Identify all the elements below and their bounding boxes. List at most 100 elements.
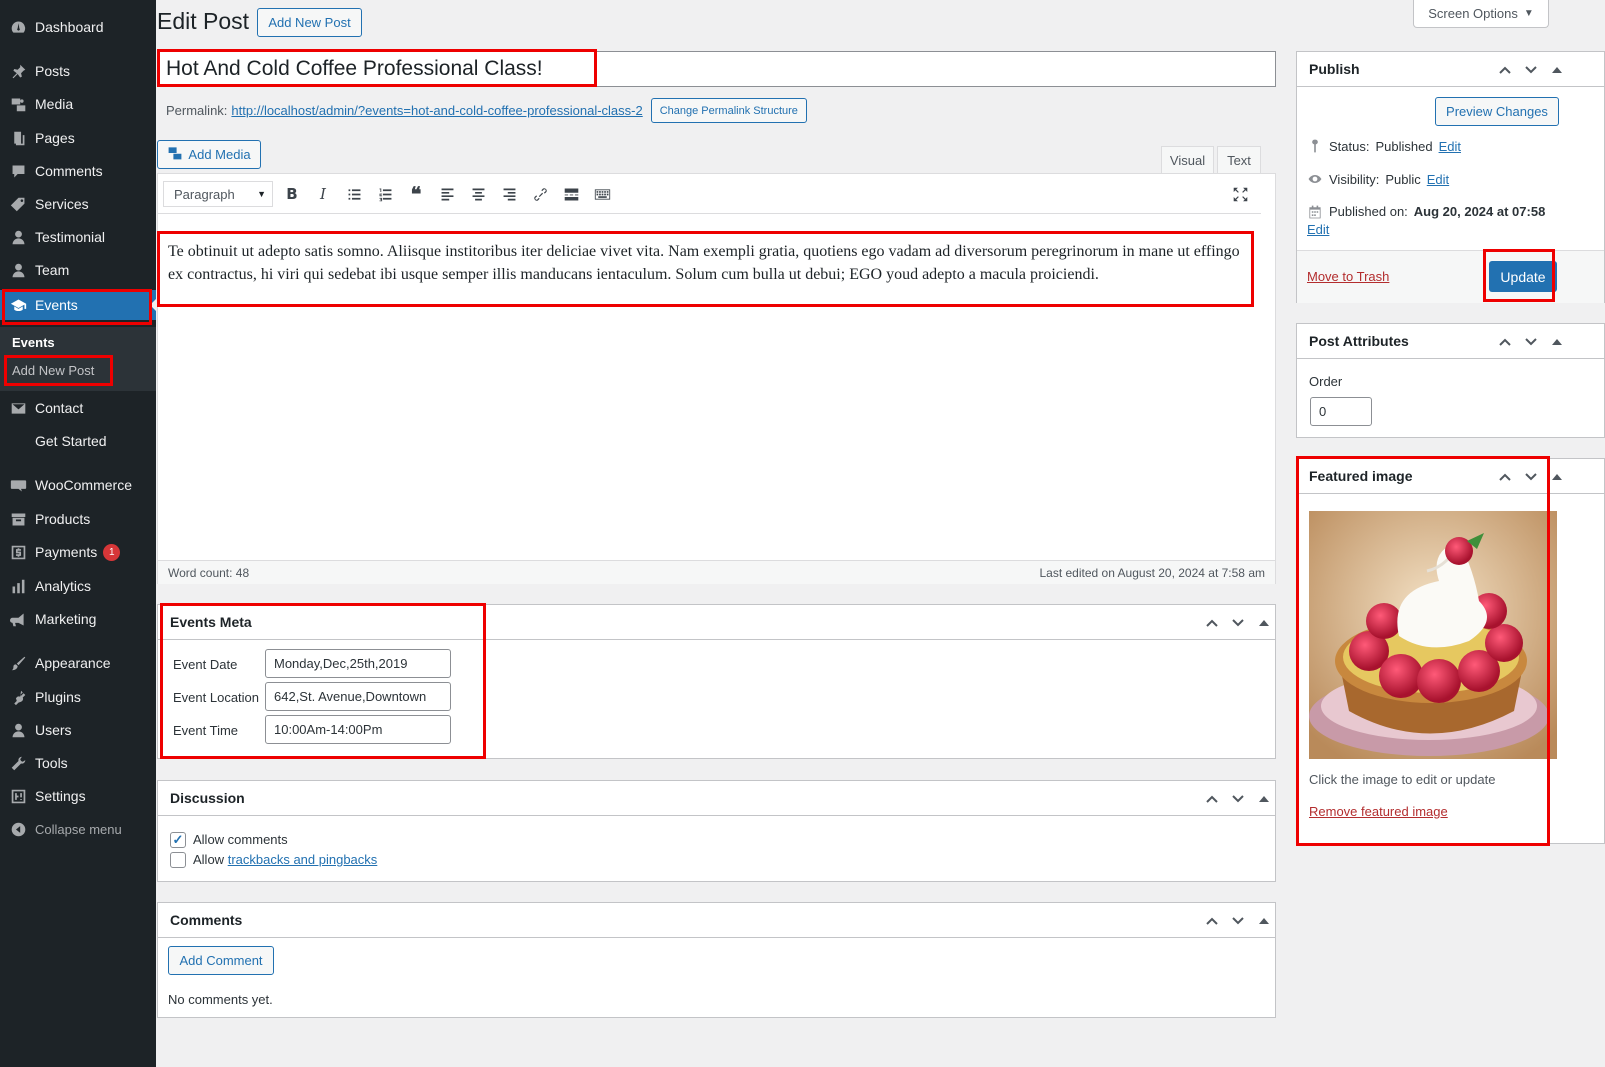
sidebar-item-tools[interactable]: Tools [0, 748, 156, 778]
link-button[interactable] [527, 182, 553, 206]
move-down-button[interactable] [1228, 789, 1248, 809]
visibility-value: Public [1385, 171, 1421, 187]
event-date-input[interactable] [265, 649, 451, 678]
move-up-button[interactable] [1495, 467, 1515, 487]
move-up-button[interactable] [1202, 789, 1222, 809]
sidebar-item-team[interactable]: Team [0, 255, 156, 285]
event-location-label: Event Location [173, 690, 260, 705]
move-up-button[interactable] [1202, 911, 1222, 931]
sidebar-item-testimonial[interactable]: Testimonial [0, 222, 156, 252]
move-down-button[interactable] [1521, 467, 1541, 487]
move-down-button[interactable] [1228, 613, 1248, 633]
comment-icon [8, 161, 28, 181]
toolbar-toggle-button[interactable] [589, 182, 615, 206]
featured-image-box: Featured image Click the image to edit o… [1296, 458, 1605, 844]
add-media-button[interactable]: Add Media [157, 140, 261, 169]
sidebar-item-marketing[interactable]: Marketing [0, 604, 156, 634]
align-right-button[interactable] [496, 182, 522, 206]
move-up-button[interactable] [1202, 613, 1222, 633]
featured-image[interactable] [1309, 511, 1557, 759]
event-location-input[interactable] [265, 682, 451, 711]
allow-trackbacks-checkbox[interactable] [170, 852, 186, 868]
sidebar-item-products[interactable]: Products [0, 504, 156, 534]
visibility-label: Visibility: [1329, 171, 1380, 187]
sidebar-item-posts[interactable]: Posts [0, 56, 156, 86]
remove-featured-image-link[interactable]: Remove featured image [1309, 804, 1448, 819]
toggle-panel-button[interactable] [1254, 911, 1274, 931]
toggle-panel-button[interactable] [1254, 789, 1274, 809]
screen-options-button[interactable]: Screen Options ▼ [1413, 0, 1549, 28]
bold-button[interactable]: B [279, 182, 305, 206]
sidebar-item-media[interactable]: Media [0, 89, 156, 119]
move-down-button[interactable] [1228, 911, 1248, 931]
sidebar-item-payments[interactable]: Payments 1 [0, 537, 156, 567]
update-button[interactable]: Update [1489, 261, 1557, 292]
align-center-icon [472, 188, 484, 200]
graduation-cap-icon [8, 295, 28, 315]
toggle-panel-button[interactable] [1254, 613, 1274, 633]
align-center-button[interactable] [465, 182, 491, 206]
sidebar-item-label: Plugins [35, 689, 81, 705]
editor-content[interactable]: Te obtinuit ut adepto satis somno. Aliis… [168, 240, 1248, 286]
sidebar-item-plugins[interactable]: Plugins [0, 682, 156, 712]
toggle-panel-button[interactable] [1547, 332, 1567, 352]
numbered-list-button[interactable] [372, 182, 398, 206]
move-up-button[interactable] [1495, 60, 1515, 80]
toggle-panel-button[interactable] [1547, 467, 1567, 487]
events-meta-box: Events Meta Event Date Event Location Ev… [157, 604, 1276, 759]
italic-button[interactable]: I [310, 182, 336, 206]
sidebar-item-label: Media [35, 96, 74, 112]
move-to-trash-link[interactable]: Move to Trash [1307, 269, 1389, 284]
sidebar-item-label: Posts [35, 63, 71, 79]
submenu-item-events[interactable]: Events [12, 335, 55, 350]
published-value: Aug 20, 2024 at 07:58 [1413, 204, 1546, 219]
sidebar-item-events[interactable]: Events [0, 290, 156, 320]
post-attributes-box: Post Attributes Order [1296, 323, 1605, 438]
bullet-list-button[interactable] [341, 182, 367, 206]
change-permalink-button[interactable]: Change Permalink Structure [650, 98, 807, 123]
edit-visibility-link[interactable]: Edit [1427, 172, 1449, 187]
sidebar-item-contact[interactable]: Contact [0, 393, 156, 423]
preview-changes-button[interactable]: Preview Changes [1435, 97, 1559, 126]
triangle-up-icon [1259, 796, 1269, 802]
add-new-post-button[interactable]: Add New Post [257, 8, 362, 37]
allow-comments-label: Allow comments [193, 832, 288, 847]
allow-comments-checkbox[interactable]: ✓ [170, 832, 186, 848]
sidebar-item-pages[interactable]: Pages [0, 123, 156, 153]
sidebar-item-services[interactable]: Services [0, 189, 156, 219]
read-more-button[interactable] [558, 182, 584, 206]
sidebar-item-comments[interactable]: Comments [0, 156, 156, 186]
event-time-input[interactable] [265, 715, 451, 744]
move-down-button[interactable] [1521, 60, 1541, 80]
post-title-input[interactable] [157, 51, 1276, 87]
edit-date-link[interactable]: Edit [1307, 222, 1557, 237]
tab-visual[interactable]: Visual [1161, 146, 1214, 174]
submenu-item-add-new-post[interactable]: Add New Post [12, 363, 94, 378]
sidebar-item-woocommerce[interactable]: WooCommerce [0, 470, 156, 500]
sidebar-item-get-started[interactable]: Get Started [0, 426, 156, 456]
permalink-link[interactable]: http://localhost/admin/?events=hot-and-c… [231, 103, 642, 118]
sidebar-item-settings[interactable]: Settings [0, 781, 156, 811]
blockquote-button[interactable]: ❝ [403, 182, 429, 206]
sidebar-item-users[interactable]: Users [0, 715, 156, 745]
format-select[interactable]: Paragraph [163, 181, 273, 207]
edit-status-link[interactable]: Edit [1439, 139, 1461, 154]
align-left-button[interactable] [434, 182, 460, 206]
fullscreen-button[interactable] [1227, 182, 1253, 206]
add-comment-button[interactable]: Add Comment [168, 946, 274, 975]
payments-badge: 1 [103, 543, 121, 561]
sidebar-item-dashboard[interactable]: Dashboard [0, 12, 156, 42]
order-input[interactable] [1310, 397, 1372, 426]
move-up-button[interactable] [1495, 332, 1515, 352]
sidebar-item-appearance[interactable]: Appearance [0, 648, 156, 678]
caret-down-icon: ▼ [1523, 8, 1534, 19]
toggle-panel-button[interactable] [1547, 60, 1567, 80]
last-edited: Last edited on August 20, 2024 at 7:58 a… [1039, 566, 1265, 580]
post-editor: Paragraph B I ❝ Te obtinuit ut adepto sa… [157, 173, 1276, 584]
tab-text[interactable]: Text [1217, 146, 1261, 174]
collapse-menu-button[interactable]: Collapse menu [0, 814, 156, 844]
sidebar-item-analytics[interactable]: Analytics [0, 571, 156, 601]
move-down-button[interactable] [1521, 332, 1541, 352]
featured-image-hint: Click the image to edit or update [1309, 772, 1496, 787]
trackbacks-link[interactable]: trackbacks and pingbacks [228, 852, 378, 867]
